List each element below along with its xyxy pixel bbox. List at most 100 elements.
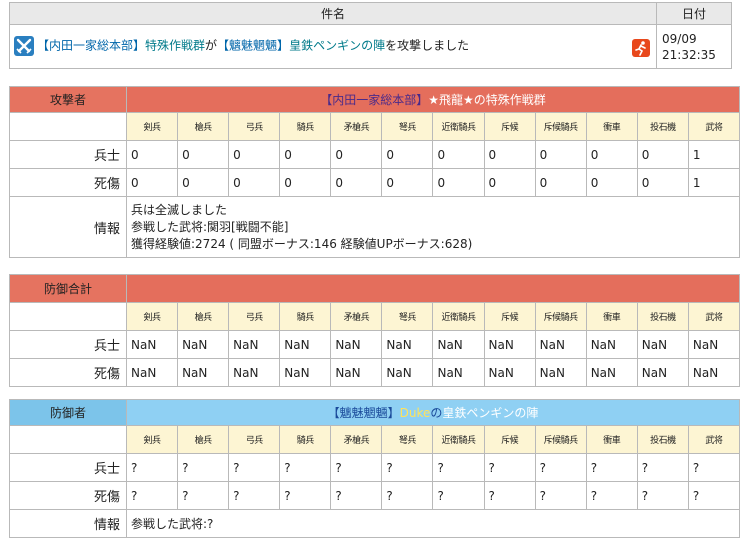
defender-unit-name[interactable]: 皇鉄ペンギンの陣 <box>442 406 538 420</box>
defense-total-casualties-row: 死傷 NaN NaN NaN NaN NaN NaN NaN NaN NaN N… <box>9 358 740 387</box>
report-date: 09/09 <box>662 31 697 46</box>
value-cell: NaN <box>279 358 332 387</box>
value-cell: ? <box>177 453 230 482</box>
defense-total-label: 防御合計 <box>9 274 127 303</box>
unit-header: 弓兵 <box>228 302 281 331</box>
unit-header: 騎兵 <box>279 302 332 331</box>
attacker-no: の <box>473 93 486 107</box>
defender-info-row: 情報 参戦した武将:? <box>9 509 740 538</box>
report-date-cell: 09/09 21:32:35 <box>656 24 732 69</box>
attacker-table: 攻撃者 【内田一家総本部】★飛龍★の特殊作戦群 剣兵 槍兵 弓兵 騎兵 矛槍兵 … <box>9 86 740 258</box>
value-cell: NaN <box>177 330 230 359</box>
subject-column-header: 件名 <box>9 2 657 25</box>
unit-header: 弩兵 <box>381 112 434 141</box>
unit-header: 近衛騎兵 <box>432 112 485 141</box>
value-cell: NaN <box>585 358 638 387</box>
value-cell: NaN <box>687 358 740 387</box>
defense-total-table: 防御合計 剣兵 槍兵 弓兵 騎兵 矛槍兵 弩兵 近衛騎兵 斥候 斥候騎兵 衝車 … <box>9 274 740 387</box>
date-column-header: 日付 <box>656 2 732 25</box>
value-cell: ? <box>177 481 230 510</box>
value-cell: 0 <box>279 140 332 169</box>
crossed-swords-icon <box>14 36 34 56</box>
unit-header: 斥候騎兵 <box>534 302 587 331</box>
value-cell: NaN <box>534 330 587 359</box>
row-label: 死傷 <box>9 358 127 387</box>
value-cell: ? <box>279 481 332 510</box>
attacker-unit-link[interactable]: 特殊作戦群 <box>145 39 205 53</box>
unit-header: 騎兵 <box>279 112 332 141</box>
unit-header: 槍兵 <box>177 302 230 331</box>
value-cell: ? <box>228 481 281 510</box>
value-cell: NaN <box>432 330 485 359</box>
value-cell: 0 <box>330 140 383 169</box>
row-label: 死傷 <box>9 168 127 197</box>
message-connector: が <box>205 38 218 53</box>
value-cell: ? <box>125 481 179 510</box>
unit-header: 投石機 <box>636 425 689 454</box>
value-cell: NaN <box>125 330 179 359</box>
value-cell: ? <box>636 481 689 510</box>
runner-icon[interactable] <box>632 39 650 57</box>
unit-header: 斥候 <box>483 425 536 454</box>
value-cell: 1 <box>687 168 740 197</box>
unit-header: 矛槍兵 <box>330 112 383 141</box>
value-cell: NaN <box>228 330 281 359</box>
attacker-name[interactable]: ★飛龍★ <box>428 93 474 107</box>
message-suffix: を攻撃しました <box>385 38 470 53</box>
value-cell: NaN <box>636 358 689 387</box>
value-cell: NaN <box>125 358 179 387</box>
unit-header: 斥候騎兵 <box>534 112 587 141</box>
defender-table: 防御者 【魑魅魍魎】Dukeの皇鉄ペンギンの陣 剣兵 槍兵 弓兵 騎兵 矛槍兵 … <box>9 399 740 538</box>
value-cell: 0 <box>585 168 638 197</box>
value-cell: 0 <box>534 168 587 197</box>
value-cell: 0 <box>483 140 536 169</box>
value-cell: 0 <box>636 168 689 197</box>
attacker-title: 【内田一家総本部】★飛龍★の特殊作戦群 <box>126 86 740 113</box>
value-cell: ? <box>125 453 179 482</box>
unit-header: 投石機 <box>636 112 689 141</box>
value-cell: ? <box>585 481 638 510</box>
defender-unit-link[interactable]: 皇鉄ペンギンの陣 <box>289 39 385 53</box>
value-cell: ? <box>687 481 740 510</box>
row-label: 兵士 <box>9 330 127 359</box>
defender-alliance[interactable]: 【魑魅魍魎】 <box>328 406 400 420</box>
unit-header: 衝車 <box>585 302 638 331</box>
attacker-info: 兵は全滅しました 参戦した武将:関羽[戦闘不能] 獲得経験値:2724 ( 同盟… <box>126 196 740 258</box>
unit-header-spacer <box>9 425 127 454</box>
value-cell: NaN <box>228 358 281 387</box>
unit-header: 弩兵 <box>381 302 434 331</box>
attacker-unit-name[interactable]: 特殊作戦群 <box>486 93 546 107</box>
value-cell: 0 <box>585 140 638 169</box>
unit-header: 剣兵 <box>125 302 179 331</box>
value-cell: 1 <box>687 140 740 169</box>
report-subject: 【内田一家総本部】特殊作戦群が【魑魅魍魎】皇鉄ペンギンの陣を攻撃しました <box>9 24 657 69</box>
value-cell: ? <box>228 453 281 482</box>
defender-alliance-link[interactable]: 【魑魅魍魎】 <box>217 39 289 53</box>
unit-header: 武将 <box>687 425 740 454</box>
value-cell: ? <box>330 481 383 510</box>
unit-header: 剣兵 <box>125 425 179 454</box>
value-cell: ? <box>279 453 332 482</box>
defense-total-unit-header-row: 剣兵 槍兵 弓兵 騎兵 矛槍兵 弩兵 近衛騎兵 斥候 斥候騎兵 衝車 投石機 武… <box>9 302 740 331</box>
unit-header: 斥候 <box>483 302 536 331</box>
unit-header: 投石機 <box>636 302 689 331</box>
info-label: 情報 <box>9 509 127 538</box>
attacker-label: 攻撃者 <box>9 86 127 113</box>
attacker-unit-header-row: 剣兵 槍兵 弓兵 騎兵 矛槍兵 弩兵 近衛騎兵 斥候 斥候騎兵 衝車 投石機 武… <box>9 112 740 141</box>
value-cell: 0 <box>534 140 587 169</box>
value-cell: 0 <box>177 140 230 169</box>
unit-header: 近衛騎兵 <box>432 302 485 331</box>
defense-total-title <box>126 274 740 303</box>
report-header-table: 件名 日付 【内田一家総本部】特殊作戦群が【魑魅魍魎】皇鉄ペンギンの陣を攻撃しま… <box>9 2 732 69</box>
value-cell: ? <box>483 453 536 482</box>
value-cell: 0 <box>636 140 689 169</box>
value-cell: NaN <box>381 358 434 387</box>
defender-name[interactable]: Duke <box>400 406 431 420</box>
defender-label: 防御者 <box>9 399 127 426</box>
attacker-alliance[interactable]: 【内田一家総本部】 <box>320 93 428 107</box>
value-cell: NaN <box>687 330 740 359</box>
value-cell: NaN <box>483 358 536 387</box>
info-label: 情報 <box>9 196 127 258</box>
attacker-alliance-link[interactable]: 【内田一家総本部】 <box>37 39 145 53</box>
unit-header: 斥候 <box>483 112 536 141</box>
